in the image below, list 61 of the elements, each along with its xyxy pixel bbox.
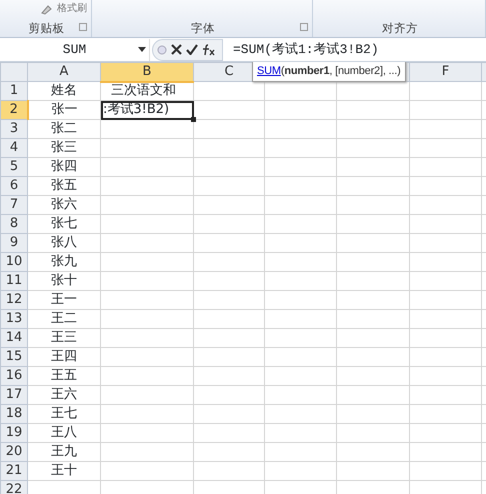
cell-editor[interactable]: :考试3!B2) xyxy=(100,100,194,120)
row-header[interactable]: 5 xyxy=(0,158,28,176)
table-cell: 张六 xyxy=(51,197,77,212)
table-cell: 王七 xyxy=(51,406,77,421)
column-header[interactable]: B xyxy=(100,62,194,82)
row-header[interactable]: 19 xyxy=(0,424,28,442)
table-cell: 张二 xyxy=(51,121,77,136)
row-header[interactable]: 15 xyxy=(0,348,28,366)
row-header[interactable]: 11 xyxy=(0,272,28,290)
argument-list: (number1, [number2], ...) xyxy=(280,65,401,77)
row-header[interactable]: 8 xyxy=(0,214,28,234)
row-header[interactable]: 13 xyxy=(0,310,28,328)
column-header[interactable]: A xyxy=(28,62,100,82)
formula-field[interactable]: =SUM(考试1:考试3!B2) xyxy=(223,40,379,60)
table-cell: 张十 xyxy=(51,273,77,288)
group-label: 字体 xyxy=(190,21,215,35)
row-header[interactable]: 4 xyxy=(0,138,28,158)
table-cell: 张五 xyxy=(51,178,77,193)
row-header[interactable]: 20 xyxy=(0,442,28,462)
row-header[interactable]: 16 xyxy=(0,366,28,386)
cancel-icon[interactable] xyxy=(171,44,182,55)
table-cell: 王五 xyxy=(51,368,77,383)
row-header[interactable]: 9 xyxy=(0,234,28,252)
table-cell: 张七 xyxy=(51,216,77,231)
row-header[interactable]: 18 xyxy=(0,404,28,424)
row-header[interactable]: 1 xyxy=(0,82,28,100)
table-cell: 王一 xyxy=(51,292,77,307)
row-header[interactable]: 12 xyxy=(0,290,28,310)
table-cell: 王八 xyxy=(51,425,77,440)
brush-icon xyxy=(40,3,54,15)
table-cell: 三次语文和 xyxy=(111,83,176,98)
circle-icon xyxy=(157,44,167,54)
function-icon[interactable] xyxy=(202,44,216,56)
column-header[interactable]: F xyxy=(410,62,482,82)
row-header[interactable]: 10 xyxy=(0,252,28,272)
row-header[interactable]: 3 xyxy=(0,120,28,138)
table-cell: 王二 xyxy=(51,311,77,326)
dropdown-arrow-icon[interactable] xyxy=(138,47,146,52)
row-header[interactable]: 22 xyxy=(0,480,28,494)
row-header[interactable]: 21 xyxy=(0,462,28,480)
group-label: 对齐方 xyxy=(382,21,418,35)
table-cell: 王四 xyxy=(51,349,77,364)
table-cell: 王九 xyxy=(51,444,77,459)
table-cell: 王三 xyxy=(51,330,77,345)
row-header[interactable]: 17 xyxy=(0,386,28,404)
table-cell: 王六 xyxy=(51,387,77,402)
checkmark-icon[interactable] xyxy=(186,44,198,55)
row-header[interactable]: 6 xyxy=(0,176,28,196)
table-cell: 王十 xyxy=(51,463,77,478)
group-label: 剪贴板 xyxy=(28,21,64,35)
row-header[interactable]: 14 xyxy=(0,328,28,348)
row-header[interactable]: 2 xyxy=(0,100,28,120)
row-header[interactable]: 7 xyxy=(0,196,28,214)
table-cell: 张四 xyxy=(51,159,77,174)
table-cell: 张九 xyxy=(51,254,77,269)
table-cell: 姓名 xyxy=(51,83,77,98)
format-painter-button[interactable]: 格式刷 xyxy=(57,2,87,16)
fill-handle[interactable] xyxy=(191,117,196,122)
table-cell: 张八 xyxy=(51,235,77,250)
table-cell: 张一 xyxy=(51,102,78,117)
table-cell: 张三 xyxy=(51,140,77,155)
